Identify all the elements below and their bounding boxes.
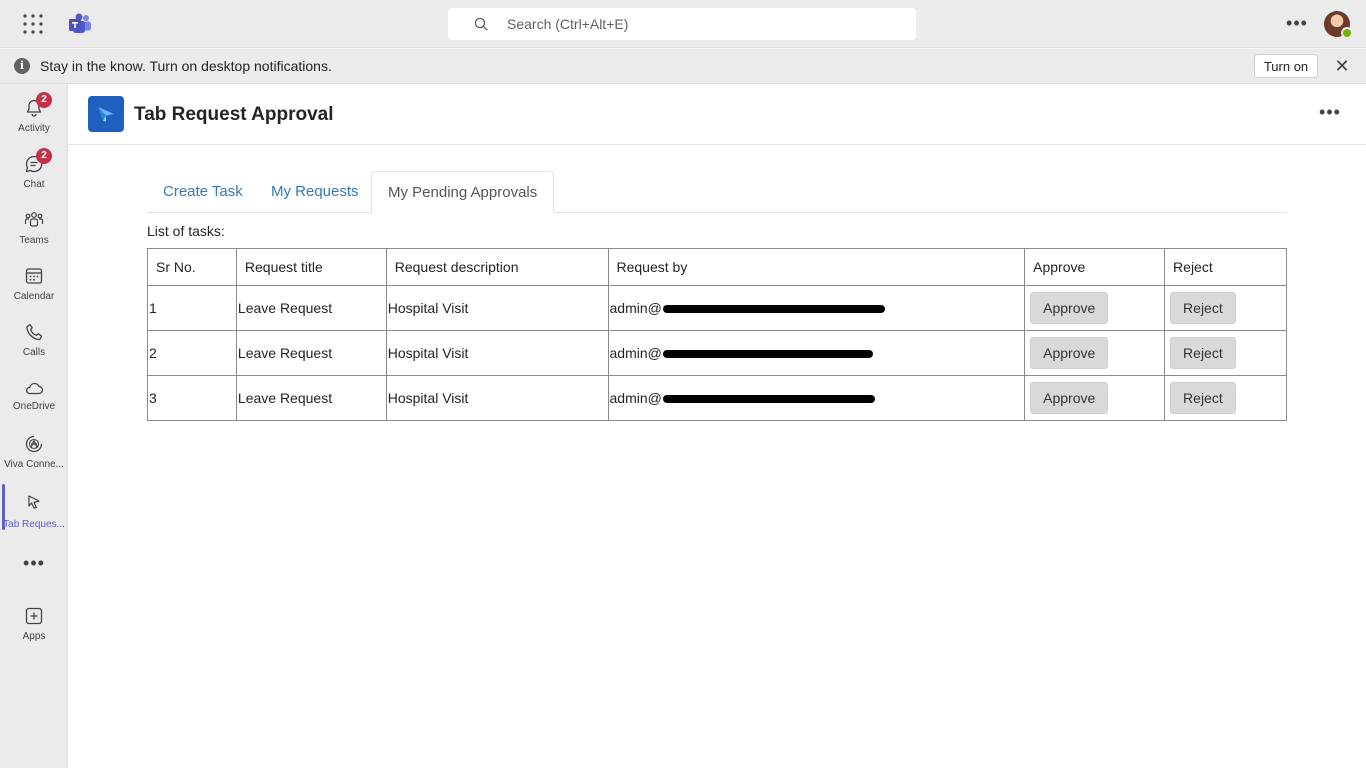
rail-item-label: Chat — [23, 179, 45, 190]
header-approve: Approve — [1024, 248, 1166, 286]
rail-item-label: Calls — [22, 347, 46, 358]
table-row: 3 Leave Request Hospital Visit admin@ Ap… — [147, 375, 1287, 421]
cell-sr-no: 1 — [147, 285, 237, 331]
cell-request-by: admin@ — [607, 330, 1026, 376]
activity-badge: 2 — [36, 92, 52, 108]
add-apps-icon — [25, 607, 43, 625]
app-icon — [88, 96, 124, 132]
cell-request-description: Hospital Visit — [385, 375, 609, 421]
tab-my-pending-approvals[interactable]: My Pending Approvals — [371, 171, 555, 213]
cell-request-by: admin@ — [607, 285, 1026, 331]
header-reject: Reject — [1164, 248, 1287, 286]
requester-email: admin@ — [609, 300, 662, 316]
cell-reject: Reject — [1164, 330, 1287, 376]
chat-badge: 2 — [36, 148, 52, 164]
cell-sr-no: 2 — [147, 330, 237, 376]
cell-approve: Approve — [1024, 285, 1166, 331]
teams-icon — [24, 212, 44, 227]
header-request-by: Request by — [607, 248, 1026, 286]
cell-request-description: Hospital Visit — [385, 330, 609, 376]
cell-reject: Reject — [1164, 285, 1287, 331]
calendar-icon — [25, 268, 43, 284]
requester-email: admin@ — [609, 390, 662, 406]
left-rail: 2 Activity 2 Chat Teams Calendar Calls O… — [0, 84, 68, 768]
tab-my-requests[interactable]: My Requests — [255, 171, 375, 213]
more-options-icon[interactable]: ••• — [1318, 103, 1342, 125]
approve-button[interactable]: Approve — [1030, 382, 1109, 414]
approve-button[interactable]: Approve — [1030, 292, 1109, 324]
rail-item-label: Activity — [18, 123, 50, 134]
rail-item-teams[interactable]: Teams — [0, 198, 68, 250]
more-apps-icon[interactable]: ••• — [0, 554, 68, 576]
redaction-mark — [662, 305, 885, 314]
table-header-row: Sr No. Request title Request description… — [147, 248, 1287, 286]
cell-approve: Approve — [1024, 375, 1166, 421]
turn-on-notifications-button[interactable]: Turn on — [1254, 54, 1318, 78]
teams-logo-icon[interactable] — [68, 12, 92, 36]
viva-connections-icon — [25, 435, 43, 453]
rail-item-apps[interactable]: Apps — [0, 594, 68, 646]
cell-request-title: Leave Request — [235, 330, 387, 376]
presence-available-icon — [1341, 27, 1353, 39]
approve-button[interactable]: Approve — [1030, 337, 1109, 369]
top-bar: ••• — [0, 0, 1366, 48]
rail-item-tab-request[interactable]: Tab Reques... — [0, 482, 68, 534]
cell-request-title: Leave Request — [235, 375, 387, 421]
rail-item-calls[interactable]: Calls — [0, 310, 68, 362]
list-label: List of tasks: — [147, 223, 225, 239]
header-request-title: Request title — [235, 248, 387, 286]
reject-button[interactable]: Reject — [1170, 337, 1236, 369]
search-box[interactable] — [448, 8, 916, 40]
search-input[interactable] — [507, 8, 887, 40]
search-icon — [474, 17, 488, 31]
reject-button[interactable]: Reject — [1170, 382, 1236, 414]
settings-more-icon[interactable]: ••• — [1284, 12, 1310, 36]
rail-item-label: Viva Conne... — [4, 459, 64, 470]
header-sr-no: Sr No. — [147, 248, 237, 286]
cell-request-description: Hospital Visit — [385, 285, 609, 331]
rail-item-label: Tab Reques... — [3, 519, 65, 530]
rail-item-viva-connections[interactable]: Viva Conne... — [0, 422, 68, 474]
redaction-mark — [662, 395, 875, 404]
cell-request-by: admin@ — [607, 375, 1026, 421]
cell-approve: Approve — [1024, 330, 1166, 376]
rail-item-label: Teams — [19, 235, 49, 246]
cell-reject: Reject — [1164, 375, 1287, 421]
phone-icon — [26, 323, 43, 341]
rail-item-chat[interactable]: 2 Chat — [0, 142, 68, 194]
app-content: Tab Request Approval ••• Create Task My … — [68, 84, 1366, 768]
page-title: Tab Request Approval — [134, 104, 334, 125]
table-row: 1 Leave Request Hospital Visit admin@ Ap… — [147, 285, 1287, 331]
tab-bar: Create Task My Requests My Pending Appro… — [147, 171, 1287, 213]
tab-request-icon — [28, 495, 40, 509]
rail-item-activity[interactable]: 2 Activity — [0, 86, 68, 138]
approval-arrow-icon — [98, 107, 114, 122]
table-row: 2 Leave Request Hospital Visit admin@ Ap… — [147, 330, 1287, 376]
cloud-icon — [26, 382, 44, 395]
notification-banner: i Stay in the know. Turn on desktop noti… — [0, 49, 1366, 84]
rail-item-onedrive[interactable]: OneDrive — [0, 366, 68, 418]
tasks-table: Sr No. Request title Request description… — [147, 248, 1287, 421]
rail-item-calendar[interactable]: Calendar — [0, 254, 68, 306]
info-icon: i — [14, 58, 30, 74]
reject-button[interactable]: Reject — [1170, 292, 1236, 324]
app-launcher-icon[interactable] — [22, 13, 44, 35]
redaction-mark — [662, 350, 873, 359]
cell-request-title: Leave Request — [235, 285, 387, 331]
app-header: Tab Request Approval ••• — [68, 84, 1366, 145]
rail-item-label: Apps — [22, 631, 46, 642]
requester-email: admin@ — [609, 345, 662, 361]
rail-item-label: OneDrive — [12, 401, 56, 412]
close-icon[interactable]: ✕ — [1334, 57, 1350, 75]
banner-message: Stay in the know. Turn on desktop notifi… — [40, 58, 332, 74]
rail-item-label: Calendar — [13, 291, 55, 302]
cell-sr-no: 3 — [147, 375, 237, 421]
tab-create-task[interactable]: Create Task — [147, 171, 259, 213]
header-request-description: Request description — [385, 248, 609, 286]
